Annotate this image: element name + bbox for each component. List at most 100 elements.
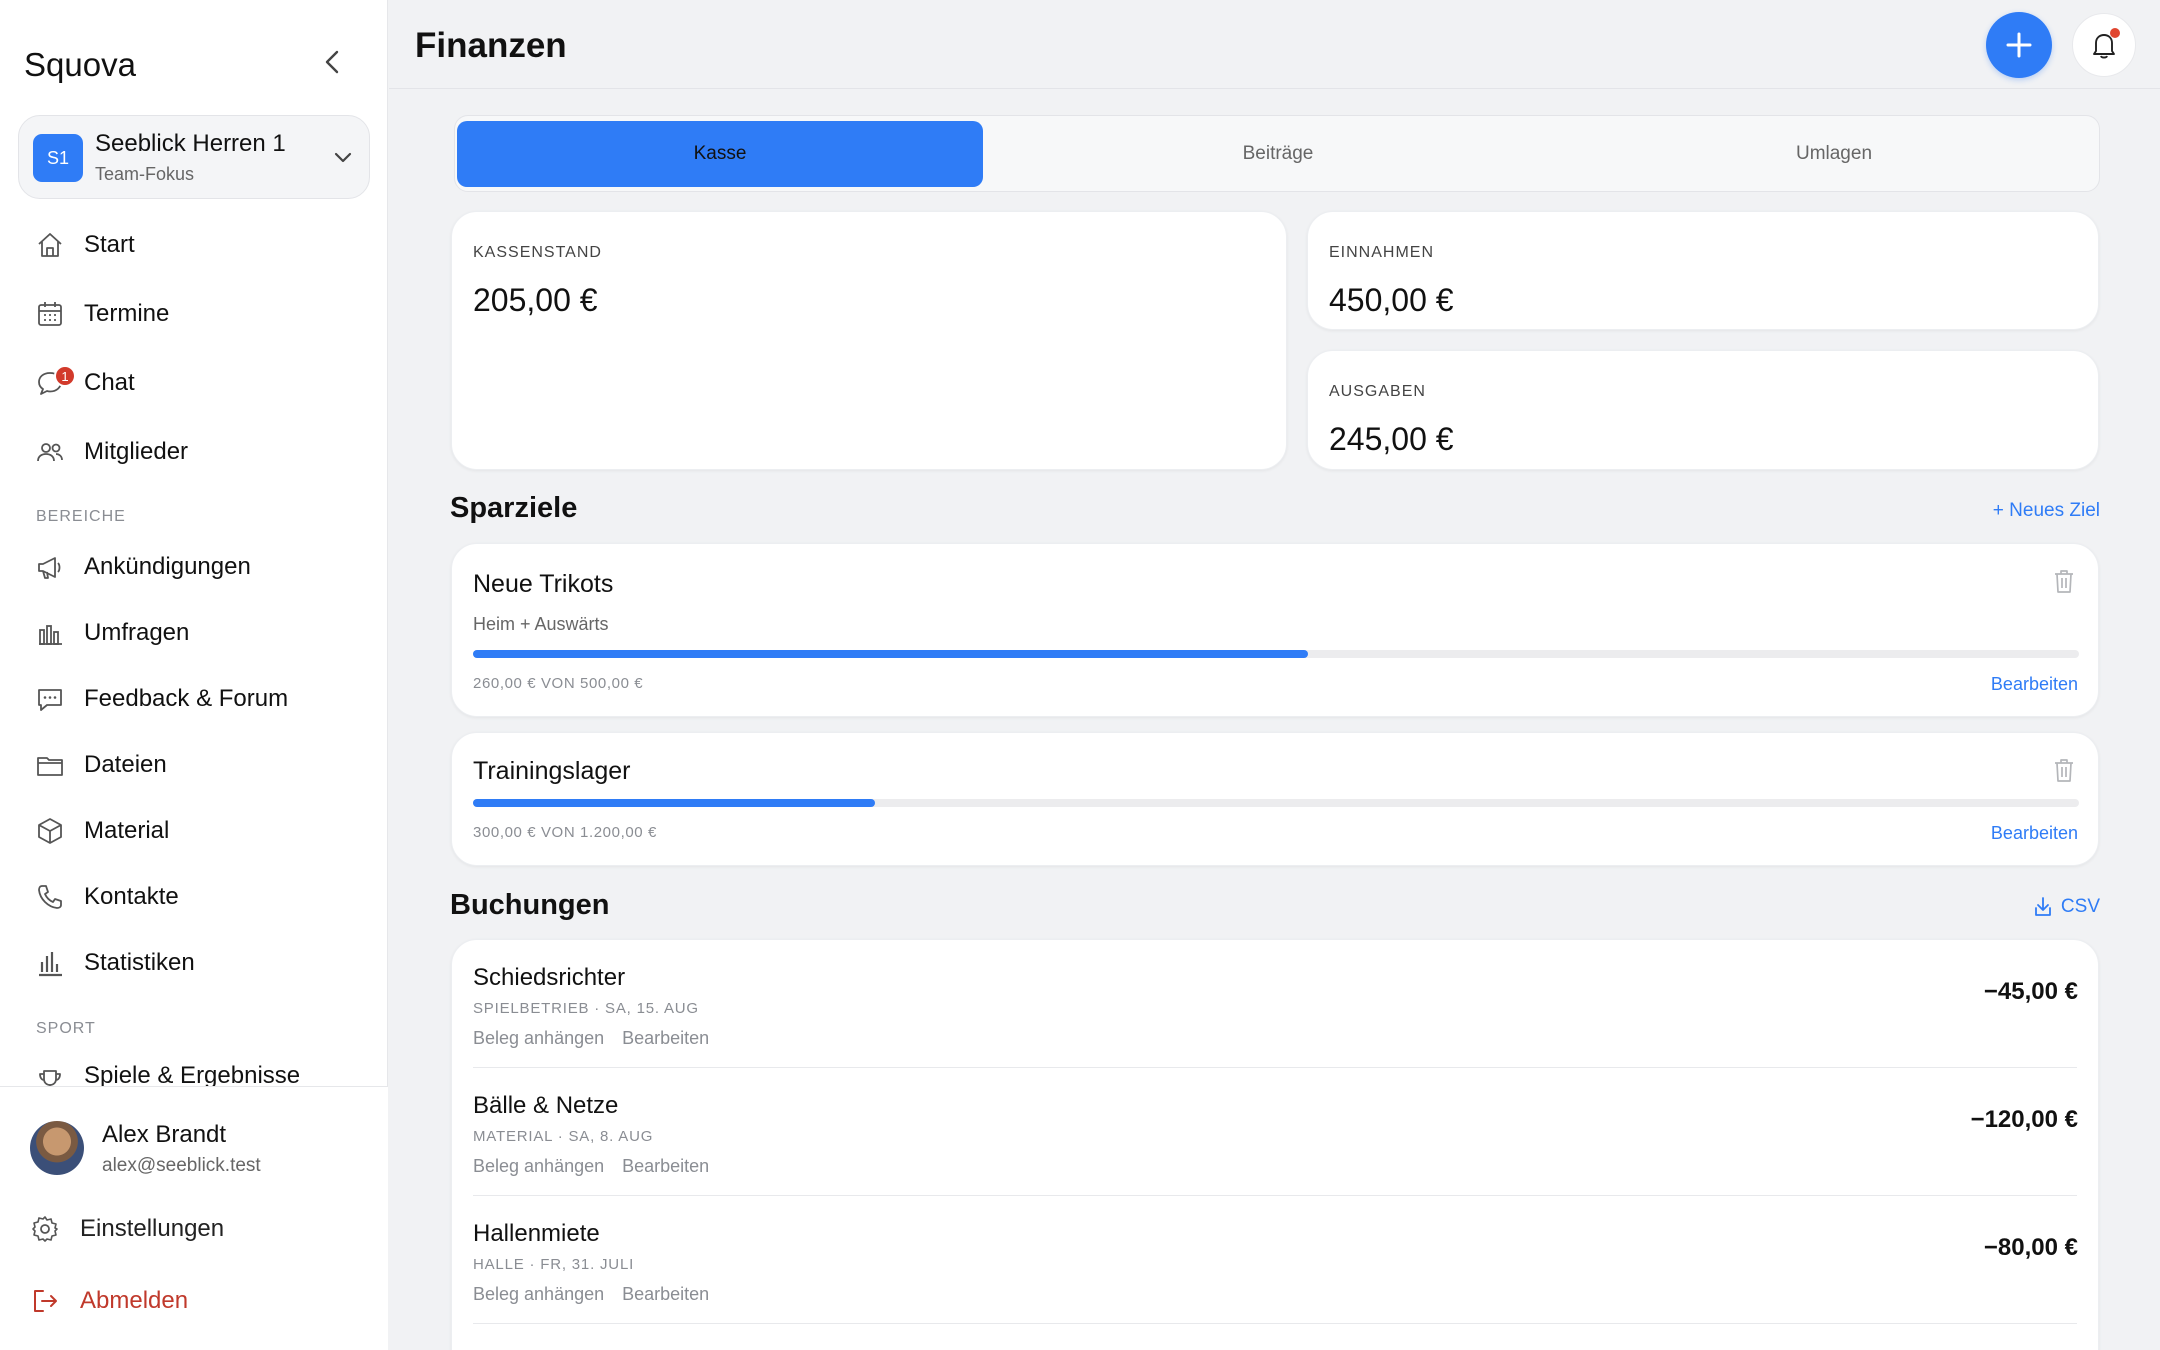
user-email: alex@seeblick.test <box>102 1155 261 1176</box>
nav-item-label: Spiele & Ergebnisse <box>84 1062 301 1086</box>
nav-item-mitglieder[interactable]: Mitglieder <box>30 426 360 478</box>
calendar-icon <box>30 294 70 334</box>
goal-progress-fill <box>473 650 1309 658</box>
forum-icon <box>30 679 70 719</box>
nav-item-label: Dateien <box>84 751 167 778</box>
booking-amount: −80,00 € <box>1983 1234 2078 1261</box>
booking-row[interactable]: Schiedsrichter SPIELBETRIEB · SA, 15. AU… <box>452 940 2098 1068</box>
logout-label: Abmelden <box>80 1287 189 1314</box>
tab-kasse[interactable]: Kasse <box>457 121 983 187</box>
download-icon <box>2035 897 2051 916</box>
savings-goals-title: Sparziele <box>450 492 578 524</box>
users-icon <box>30 432 70 472</box>
goal-edit-link[interactable]: Bearbeiten <box>1991 674 2078 695</box>
trophy-icon <box>30 1062 70 1086</box>
settings-button[interactable]: Einstellungen <box>30 1207 224 1251</box>
trash-icon[interactable] <box>2052 757 2076 783</box>
nav-item-label: Termine <box>84 300 170 327</box>
user-name: Alex Brandt <box>102 1121 227 1148</box>
booking-title: Bälle & Netze <box>473 1092 619 1119</box>
page-title: Finanzen <box>415 26 567 65</box>
attach-receipt-link[interactable]: Beleg anhängen <box>473 1156 604 1177</box>
section-label-sport: SPORT <box>36 1020 96 1037</box>
team-badge: S1 <box>33 134 83 182</box>
booking-meta: HALLE · FR, 31. JULI <box>473 1256 635 1273</box>
chevron-down-icon <box>334 152 352 163</box>
attach-receipt-link[interactable]: Beleg anhängen <box>473 1284 604 1305</box>
logout-button[interactable]: Abmelden <box>30 1279 188 1323</box>
stat-label: KASSENSTAND <box>473 244 602 261</box>
booking-edit-link[interactable]: Bearbeiten <box>622 1156 709 1177</box>
nav-item-label: Ankündigungen <box>84 553 251 580</box>
stats-icon <box>30 943 70 983</box>
booking-row[interactable]: Hallenmiete HALLE · FR, 31. JULI Beleg a… <box>452 1196 2098 1324</box>
sidebar: Squova S1 Seeblick Herren 1 Team-Fokus S… <box>0 0 388 1350</box>
nav-item-chat[interactable]: 1 Chat <box>30 357 360 409</box>
nav-item-label: Mitglieder <box>84 438 189 465</box>
team-switcher[interactable]: S1 Seeblick Herren 1 Team-Fokus <box>18 115 370 199</box>
nav-item-spiele-ergebnisse[interactable]: Spiele & Ergebnisse <box>30 1052 360 1086</box>
nav-item-label: Start <box>84 231 135 258</box>
nav-item-label: Statistiken <box>84 949 195 976</box>
megaphone-icon <box>30 547 70 587</box>
booking-amount: −45,00 € <box>1983 978 2078 1005</box>
notifications-button[interactable] <box>2072 13 2136 77</box>
nav-item-kontakte[interactable]: Kontakte <box>30 871 360 923</box>
tab-umlagen[interactable]: Umlagen <box>1571 121 2097 187</box>
goal-amount: 300,00 € VON 1.200,00 € <box>473 824 657 841</box>
booking-amount: −120,00 € <box>1970 1106 2078 1133</box>
goal-card: Neue Trikots Heim + Auswärts 260,00 € VO… <box>451 543 2099 717</box>
goal-amount: 260,00 € VON 500,00 € <box>473 675 644 692</box>
notification-dot <box>2110 28 2120 38</box>
nav-item-ankuendigungen[interactable]: Ankündigungen <box>30 541 360 593</box>
stat-label: EINNAHMEN <box>1329 244 1435 261</box>
folder-icon <box>30 745 70 785</box>
goal-title: Trainingslager <box>473 757 631 785</box>
nav-item-termine[interactable]: Termine <box>30 288 360 340</box>
collapse-sidebar-button[interactable] <box>316 44 348 80</box>
income-card: EINNAHMEN 450,00 € <box>1307 211 2099 330</box>
nav-item-dateien[interactable]: Dateien <box>30 739 360 791</box>
goal-progress-track <box>473 650 2079 658</box>
tab-beitraege[interactable]: Beiträge <box>1015 121 1541 187</box>
chat-icon: 1 <box>30 363 76 403</box>
booking-edit-link[interactable]: Bearbeiten <box>622 1028 709 1049</box>
home-icon <box>30 225 70 265</box>
phone-icon <box>30 877 70 917</box>
bookings-title: Buchungen <box>450 889 610 921</box>
row-divider <box>473 1323 2077 1324</box>
goal-card: Trainingslager 300,00 € VON 1.200,00 € B… <box>451 732 2099 866</box>
avatar[interactable] <box>30 1121 84 1175</box>
expenses-card: AUSGABEN 245,00 € <box>1307 350 2099 470</box>
stat-value: 245,00 € <box>1329 421 1454 457</box>
goal-edit-link[interactable]: Bearbeiten <box>1991 823 2078 844</box>
logout-icon <box>34 1290 57 1312</box>
booking-title: Hallenmiete <box>473 1220 600 1247</box>
team-subtitle: Team-Fokus <box>95 164 195 184</box>
app-brand: Squova <box>24 46 136 83</box>
nav-item-feedback-forum[interactable]: Feedback & Forum <box>30 673 360 725</box>
nav-item-umfragen[interactable]: Umfragen <box>30 607 360 659</box>
section-label-bereiche: BEREICHE <box>36 508 126 525</box>
gear-icon <box>32 1216 58 1242</box>
settings-label: Einstellungen <box>80 1215 225 1242</box>
finance-tabs: Kasse Beiträge Umlagen <box>454 115 2100 192</box>
top-bar: Finanzen <box>389 0 2160 89</box>
booking-row[interactable]: Bälle & Netze MATERIAL · SA, 8. AUG Bele… <box>452 1068 2098 1196</box>
booking-edit-link[interactable]: Bearbeiten <box>622 1284 709 1305</box>
nav-item-start[interactable]: Start <box>30 219 360 271</box>
booking-title: Schiedsrichter <box>473 964 626 991</box>
goal-progress-track <box>473 799 2079 807</box>
plus-icon <box>2006 32 2032 58</box>
sidebar-footer: Alex Brandt alex@seeblick.test Einstellu… <box>0 1086 388 1350</box>
booking-meta: SPIELBETRIEB · SA, 15. AUG <box>473 1000 699 1017</box>
trash-icon[interactable] <box>2052 568 2076 594</box>
attach-receipt-link[interactable]: Beleg anhängen <box>473 1028 604 1049</box>
stat-value: 205,00 € <box>473 282 598 318</box>
add-button[interactable] <box>1986 12 2052 78</box>
csv-export-button[interactable]: CSV <box>2033 896 2100 918</box>
balance-card: KASSENSTAND 205,00 € <box>451 211 1287 470</box>
nav-item-material[interactable]: Material <box>30 805 360 857</box>
new-goal-button[interactable]: + Neues Ziel <box>1993 500 2100 522</box>
nav-item-statistiken[interactable]: Statistiken <box>30 937 360 989</box>
